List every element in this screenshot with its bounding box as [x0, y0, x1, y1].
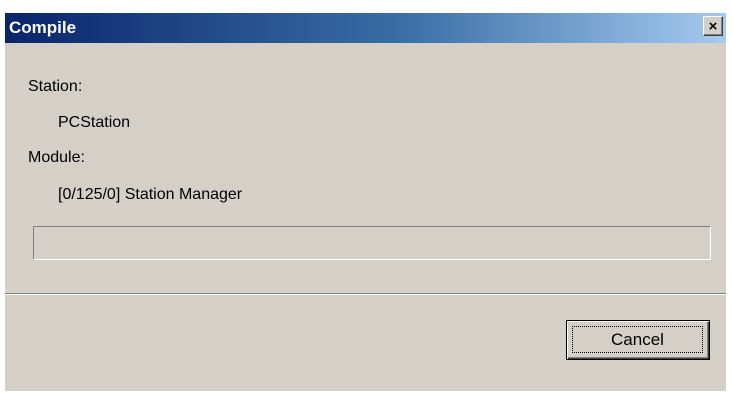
close-icon: ×	[708, 17, 718, 35]
module-label: Module:	[28, 149, 85, 166]
title-bar[interactable]: Compile ×	[5, 13, 726, 43]
cancel-button[interactable]: Cancel	[566, 320, 710, 360]
button-area-separator	[5, 293, 726, 295]
dialog-title: Compile	[9, 18, 77, 37]
cancel-button-label: Cancel	[572, 326, 703, 353]
compile-progress-bar	[33, 226, 711, 260]
close-button[interactable]: ×	[703, 16, 723, 36]
station-label: Station:	[28, 78, 83, 95]
station-value: PCStation	[58, 114, 131, 131]
compile-dialog: Compile × Station: PCStation Module: [0/…	[5, 13, 726, 391]
module-value: [0/125/0] Station Manager	[58, 186, 243, 203]
